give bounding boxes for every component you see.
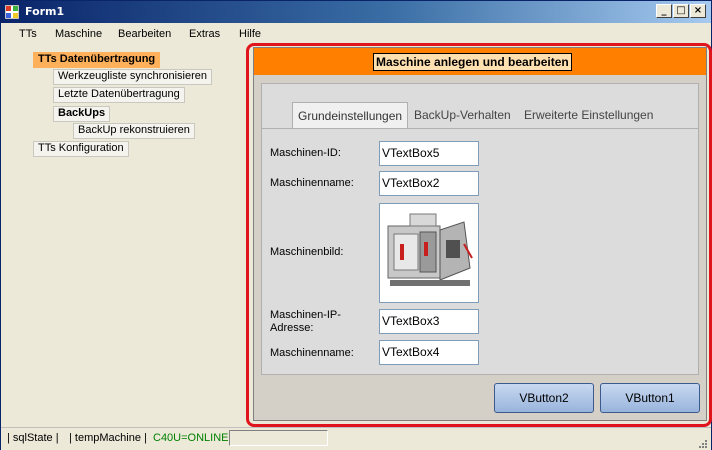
app-icon (5, 5, 19, 19)
menu-bar: TTs Maschine Bearbeiten Extras Hilfe (1, 23, 711, 45)
menu-extras[interactable]: Extras (189, 28, 220, 40)
tab-grundeinstellungen[interactable]: Grundeinstellungen (292, 102, 409, 129)
tree-node-letzte-datenuebertragung[interactable]: Letzte Datenübertragung (53, 87, 185, 103)
application-window: Form1 _ □ × TTs Maschine Bearbeiten Extr… (0, 0, 712, 450)
tree-node-konfiguration[interactable]: TTs Konfiguration (33, 141, 129, 157)
window-title: Form1 (25, 5, 65, 18)
menu-bearbeiten[interactable]: Bearbeiten (118, 28, 171, 40)
machine-picture (387, 213, 473, 286)
machine-id-label: Maschinen-ID: (270, 147, 341, 159)
panel-header: Maschine anlegen und bearbeiten (254, 48, 706, 75)
machine-image[interactable] (379, 203, 479, 303)
maximize-button[interactable]: □ (673, 4, 689, 18)
machine-ip-field[interactable]: VTextBox3 (379, 309, 479, 334)
panel-title: Maschine anlegen und bearbeiten (373, 53, 572, 71)
status-temp-machine: | tempMachine | (69, 432, 147, 444)
resize-grip-icon[interactable] (697, 438, 707, 448)
status-progress (229, 430, 328, 446)
machine-ip-label-line2: Adresse: (270, 322, 314, 334)
navigation-tree: TTs Datenübertragung Werkzeugliste synch… (5, 45, 241, 421)
machine-panel: Maschine anlegen und bearbeiten Grundein… (253, 47, 707, 421)
tree-node-backup-rekonstruieren[interactable]: BackUp rekonstruieren (73, 123, 195, 139)
tab-backup-verhalten[interactable]: BackUp-Verhalten (414, 104, 511, 128)
menu-tts[interactable]: TTs (19, 28, 37, 40)
minimize-button[interactable]: _ (656, 4, 672, 18)
machine-name-label: Maschinenname: (270, 177, 354, 189)
vbutton2-button[interactable]: VButton2 (494, 383, 594, 413)
machine-ip-label: Maschinen-IP- Adresse: (270, 309, 341, 335)
tab-strip: Grundeinstellungen BackUp-Verhalten Erwe… (262, 102, 698, 129)
close-button[interactable]: × (690, 4, 706, 18)
machine-name-field[interactable]: VTextBox2 (379, 171, 479, 196)
machine-image-label: Maschinenbild: (270, 246, 344, 258)
status-online: C40U=ONLINE (153, 432, 229, 444)
tree-node-datenuebertragung[interactable]: TTs Datenübertragung (33, 52, 161, 68)
tab-erweiterte-einstellungen[interactable]: Erweiterte Einstellungen (524, 104, 653, 128)
status-bar: | sqlState | | tempMachine | C40U=ONLINE (1, 427, 711, 450)
menu-hilfe[interactable]: Hilfe (239, 28, 261, 40)
menu-maschine[interactable]: Maschine (55, 28, 102, 40)
machine-name2-label: Maschinenname: (270, 347, 354, 359)
tab-divider (262, 128, 698, 129)
title-bar[interactable]: Form1 _ □ × (1, 1, 711, 23)
machine-ip-label-line1: Maschinen-IP- (270, 309, 341, 321)
vbutton1-button[interactable]: VButton1 (600, 383, 700, 413)
machine-id-field[interactable]: VTextBox5 (379, 141, 479, 166)
tree-node-backups[interactable]: BackUps (53, 106, 111, 122)
tree-node-werkzeugliste[interactable]: Werkzeugliste synchronisieren (53, 69, 212, 85)
status-sql-state: | sqlState | (7, 432, 59, 444)
machine-name2-field[interactable]: VTextBox4 (379, 340, 479, 365)
tab-container: Grundeinstellungen BackUp-Verhalten Erwe… (261, 83, 699, 375)
